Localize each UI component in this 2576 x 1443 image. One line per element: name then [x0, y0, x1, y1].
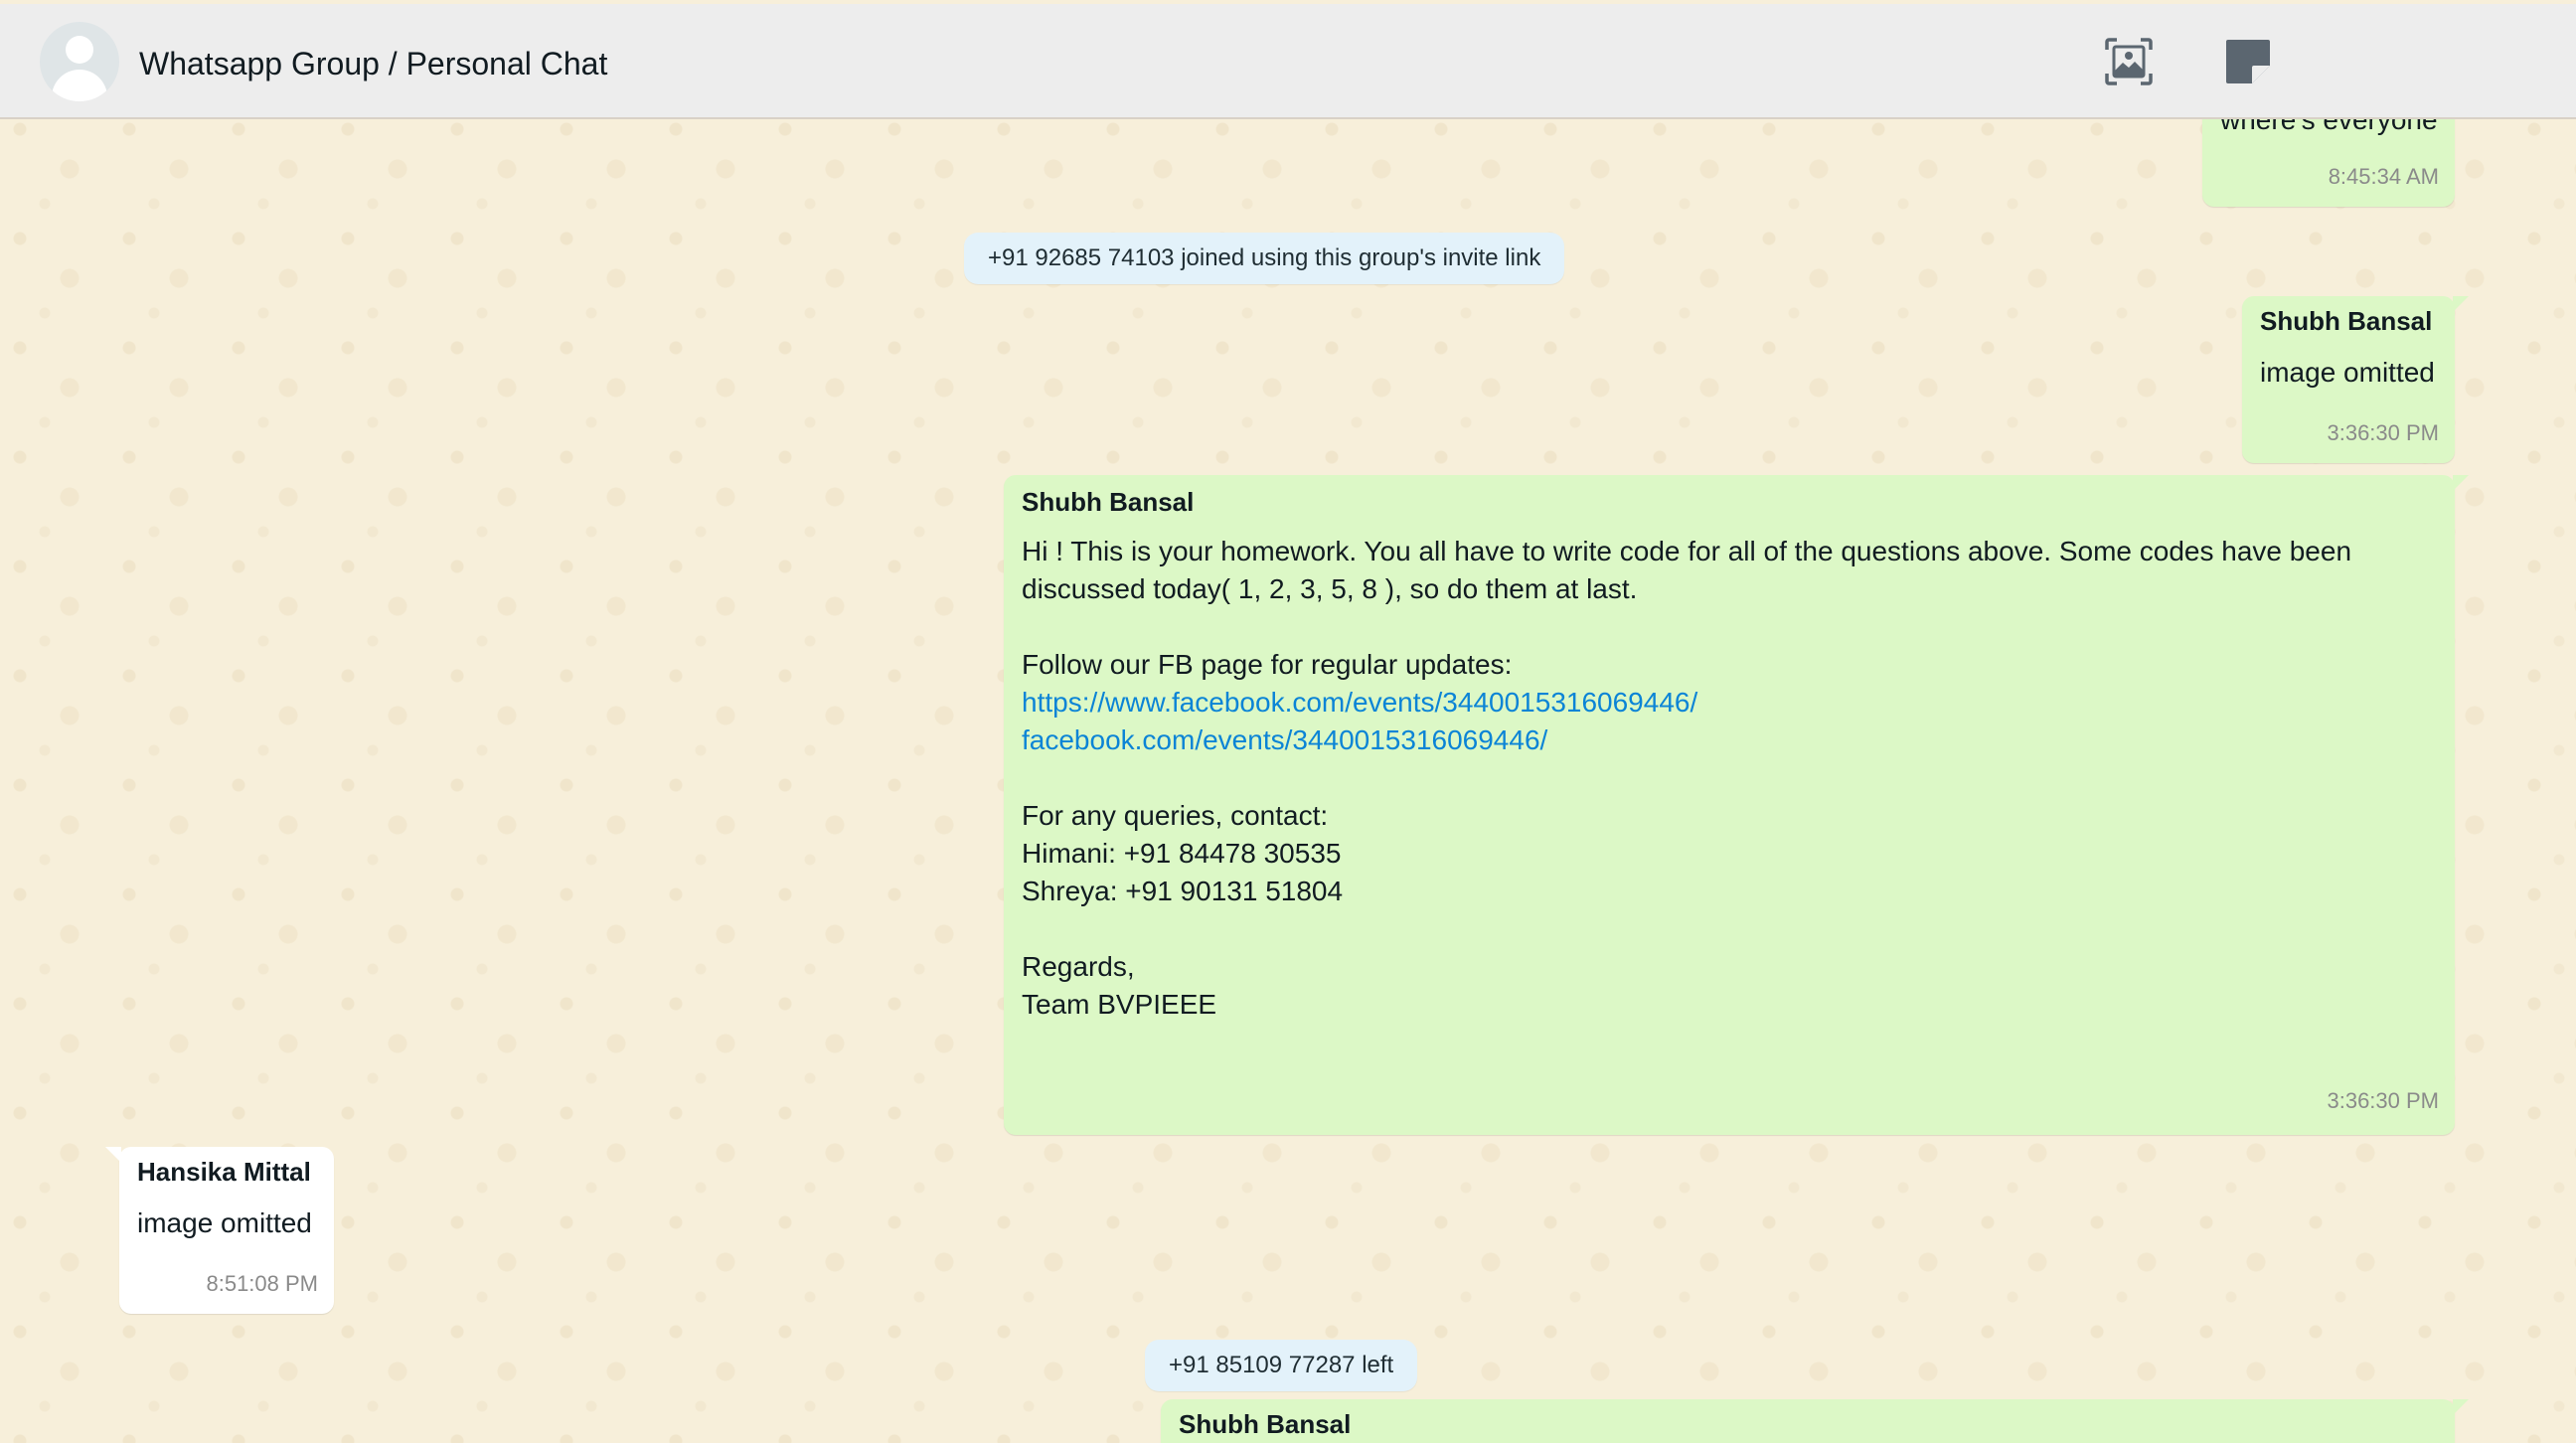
message-sender: Shubh Bansal	[1022, 487, 1195, 517]
message-text-line: discussed today( 1, 2, 3, 5, 8 ), so do …	[1022, 573, 1638, 604]
sticky-note-icon[interactable]	[2222, 36, 2274, 87]
message-text-line: Follow our FB page for regular updates:	[1022, 649, 1513, 680]
message-text-line: Hi ! This is your homework. You all have…	[1022, 536, 2352, 566]
chat-header: Whatsapp Group / Personal Chat	[0, 4, 2576, 119]
message-text-line: Regards,	[1022, 951, 1135, 982]
message-bubble-outgoing[interactable]: Shubh Bansal image omitted 3:36:30 PM	[2242, 296, 2469, 463]
contact-line: Shreya: +91 90131 51804	[1022, 876, 1344, 906]
message-text-line: Team BVPIEEE	[1022, 989, 1217, 1020]
bubble-tail	[2453, 296, 2469, 312]
facebook-link-short[interactable]: facebook.com/events/3440015316069446/	[1022, 722, 2437, 759]
system-notice-left: +91 85109 77287 left	[1145, 1340, 1418, 1391]
bubble-tail	[2453, 1399, 2469, 1415]
message-sender: Shubh Bansal	[1179, 1409, 1352, 1439]
message-text: image omitted	[137, 1207, 312, 1238]
message-sender: Shubh Bansal	[2260, 306, 2433, 336]
bubble-tail	[2453, 475, 2469, 491]
contact-line: Himani: +91 84478 30535	[1022, 838, 1342, 869]
chat-title: Whatsapp Group / Personal Chat	[139, 46, 608, 81]
avatar-head-shape	[66, 36, 93, 64]
message-sender: Hansika Mittal	[137, 1157, 311, 1187]
message-bubble-incoming[interactable]: Hansika Mittal image omitted 8:51:08 PM	[105, 1147, 334, 1314]
message-text: image omitted	[2260, 357, 2435, 388]
bubble-tail	[105, 1147, 121, 1163]
avatar[interactable]	[40, 22, 119, 101]
message-bubble-outgoing[interactable]: Shubh Bansal	[1161, 1399, 2469, 1443]
facebook-link[interactable]: https://www.facebook.com/events/34400153…	[1022, 684, 2437, 722]
message-timestamp: 8:51:08 PM	[206, 1271, 318, 1296]
image-export-icon[interactable]	[2103, 36, 2155, 87]
message-bubble-outgoing[interactable]: Shubh Bansal Hi ! This is your homework.…	[1004, 475, 2469, 1135]
message-timestamp: 3:36:30 PM	[2327, 420, 2439, 445]
avatar-body-shape	[52, 70, 107, 101]
chat-background: where's everyone 8:45:34 AM +91 92685 74…	[0, 0, 2576, 1443]
message-timestamp: 8:45:34 AM	[2328, 164, 2439, 189]
message-timestamp: 3:36:30 PM	[2327, 1088, 2439, 1113]
system-notice-joined: +91 92685 74103 joined using this group'…	[964, 233, 1565, 284]
message-text-line: For any queries, contact:	[1022, 800, 1329, 831]
